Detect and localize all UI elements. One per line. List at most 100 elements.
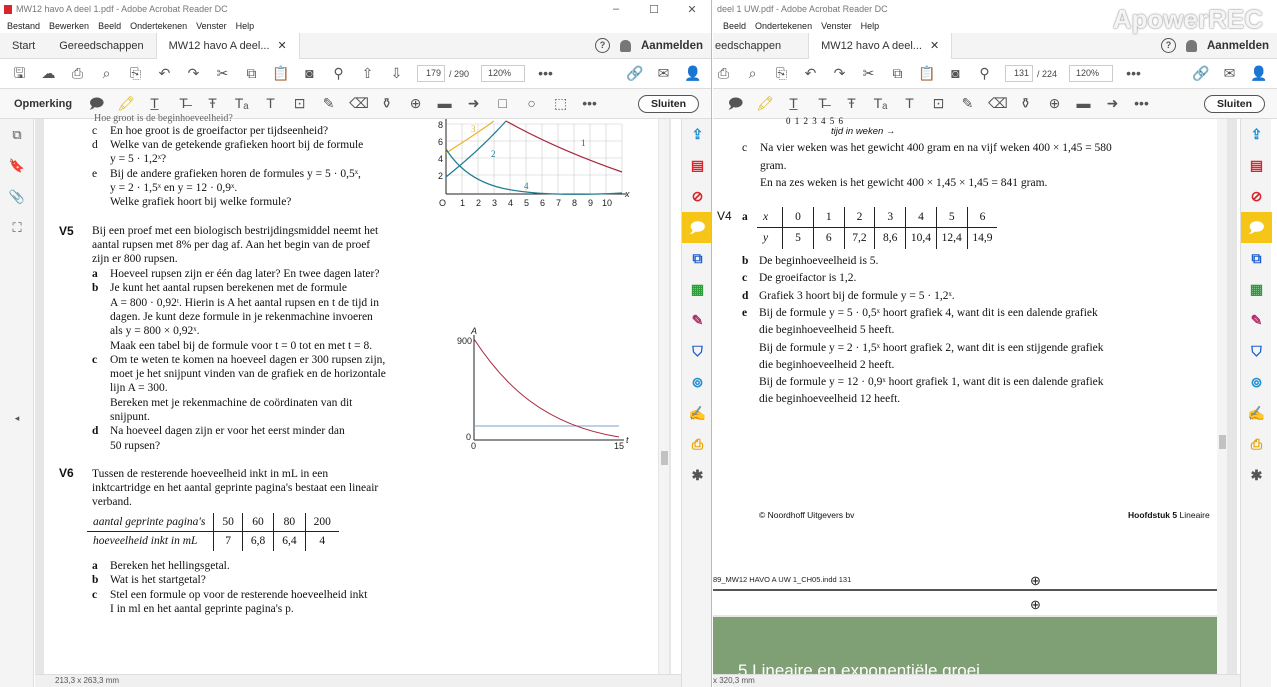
prev-page-icon[interactable]: ⇧	[359, 65, 376, 82]
replace-text-icon[interactable]: Ŧ	[843, 95, 860, 112]
tab-document[interactable]: MW12 havo A deel... ✕	[155, 32, 300, 59]
link-icon[interactable]: 🔗	[1192, 65, 1209, 82]
stamp-icon[interactable]: ⚱	[378, 95, 395, 112]
share-user-icon[interactable]: 👤	[1250, 65, 1267, 82]
rectangle-icon[interactable]: □	[494, 95, 511, 112]
edit-pdf-icon[interactable]: ⊘	[1241, 181, 1272, 212]
undo-icon[interactable]: ↶	[802, 65, 819, 82]
page-number-input[interactable]: 179	[417, 65, 445, 82]
bell-icon[interactable]	[620, 39, 631, 52]
create-pdf-icon[interactable]: ▤	[1241, 150, 1272, 181]
protect-icon[interactable]: ⛉	[682, 336, 711, 367]
organize-icon[interactable]: ▦	[1241, 274, 1272, 305]
tab-document[interactable]: MW12 havo A deel... ✕	[808, 32, 953, 59]
tab-tools[interactable]: Gereedschappen	[47, 33, 155, 59]
send-sign-icon[interactable]: ✍	[1241, 398, 1272, 429]
minimize-icon[interactable]: –	[597, 3, 635, 16]
maximize-icon[interactable]: ☐	[635, 3, 673, 16]
share-icon[interactable]: ⎙	[1241, 429, 1272, 460]
close-tab-icon[interactable]: ✕	[278, 39, 287, 52]
add-text-icon[interactable]: T	[901, 95, 918, 112]
optimize-icon[interactable]: ⊚	[1241, 367, 1272, 398]
add-text-icon[interactable]: T	[262, 95, 279, 112]
menu-venster[interactable]: Venster	[821, 21, 852, 31]
more-tools-icon[interactable]: •••	[1125, 65, 1142, 82]
print-icon[interactable]: ⎙	[69, 65, 86, 82]
organize-icon[interactable]: ▦	[682, 274, 711, 305]
pencil-icon[interactable]: ✎	[320, 95, 337, 112]
fill-sign-icon[interactable]: ✎	[682, 305, 711, 336]
menu-ondertekenen[interactable]: Ondertekenen	[130, 21, 187, 31]
close-comment-button[interactable]: Sluiten	[1203, 94, 1265, 113]
more-tools-wrench-icon[interactable]: ✱	[682, 460, 711, 491]
mail-icon[interactable]: ✉	[1221, 65, 1238, 82]
undo-icon[interactable]: ↶	[156, 65, 173, 82]
insert-text-icon[interactable]: Tₐ	[872, 95, 889, 112]
attachments-icon[interactable]: 📎	[0, 181, 34, 212]
shapes-dropdown-icon[interactable]: ⬚	[552, 95, 569, 112]
upload-cloud-icon[interactable]: ☁	[40, 65, 57, 82]
redo-icon[interactable]: ↷	[831, 65, 848, 82]
menu-beeld[interactable]: Beeld	[723, 21, 746, 31]
menu-bewerken[interactable]: Bewerken	[49, 21, 89, 31]
strikethrough-icon[interactable]: T̶	[814, 95, 831, 112]
text-box-icon[interactable]: ⊡	[930, 95, 947, 112]
link-icon[interactable]: 🔗	[626, 65, 643, 82]
find-icon[interactable]: ⚲	[330, 65, 347, 82]
strikethrough-icon[interactable]: T̶	[175, 95, 192, 112]
line-icon[interactable]: ▬	[436, 95, 453, 112]
mail-icon[interactable]: ✉	[655, 65, 672, 82]
search-icon[interactable]: ⌕	[98, 65, 115, 82]
menu-ondertekenen[interactable]: Ondertekenen	[755, 21, 812, 31]
cut-icon[interactable]: ✂	[214, 65, 231, 82]
redo-icon[interactable]: ↷	[185, 65, 202, 82]
tab-tools[interactable]: eedschappen	[713, 33, 793, 59]
pencil-icon[interactable]: ✎	[959, 95, 976, 112]
left-vertical-scrollbar[interactable]	[659, 119, 669, 674]
cut-icon[interactable]: ✂	[860, 65, 877, 82]
highlight-icon[interactable]: 🖍	[117, 95, 135, 112]
enhance-scan-icon[interactable]: ⎘	[773, 65, 790, 82]
save-icon[interactable]: 🖫	[11, 65, 28, 82]
bookmark-icon[interactable]: 🔖	[0, 150, 34, 181]
edit-pdf-icon[interactable]: ⊘	[682, 181, 711, 212]
close-window-icon[interactable]: ✕	[673, 3, 711, 16]
eraser-icon[interactable]: ⌫	[349, 95, 369, 112]
sign-in-link[interactable]: Aanmelden	[1207, 40, 1269, 52]
copy-icon[interactable]: ⧉	[243, 65, 260, 82]
zoom-select[interactable]: 120%	[1069, 65, 1114, 82]
page-thumbnails-icon[interactable]: ⧉	[0, 119, 34, 150]
paste-icon[interactable]: 📋	[272, 65, 289, 82]
create-pdf-icon[interactable]: ▤	[682, 150, 711, 181]
comment-tool-icon[interactable]: 🗩	[1241, 212, 1272, 243]
sticky-note-icon[interactable]: 🗩	[727, 95, 744, 112]
oval-icon[interactable]: ○	[523, 95, 540, 112]
menu-help[interactable]: Help	[236, 21, 255, 31]
menu-beeld[interactable]: Beeld	[98, 21, 121, 31]
accessibility-icon[interactable]: ⛶	[0, 212, 34, 243]
print-icon[interactable]: ⎙	[715, 65, 732, 82]
share-user-icon[interactable]: 👤	[684, 65, 701, 82]
more-tools-wrench-icon[interactable]: ✱	[1241, 460, 1272, 491]
page-number-input[interactable]: 131	[1005, 65, 1033, 82]
underline-text-icon[interactable]: T̲	[146, 95, 163, 112]
arrow-icon[interactable]: ➜	[1104, 95, 1121, 112]
menu-bestand[interactable]: Bestand	[7, 21, 40, 31]
right-vertical-scrollbar[interactable]	[1217, 119, 1227, 674]
protect-icon[interactable]: ⛉	[1241, 336, 1272, 367]
insert-text-icon[interactable]: Tₐ	[233, 95, 250, 112]
line-icon[interactable]: ▬	[1075, 95, 1092, 112]
attach-icon[interactable]: ⊕	[407, 95, 424, 112]
sticky-note-icon[interactable]: 🗩	[88, 95, 105, 112]
more-comment-icon[interactable]: •••	[581, 95, 598, 112]
bell-icon[interactable]	[1186, 39, 1197, 52]
replace-text-icon[interactable]: Ŧ	[204, 95, 221, 112]
snapshot-icon[interactable]: ◙	[301, 65, 318, 82]
attach-icon[interactable]: ⊕	[1046, 95, 1063, 112]
close-comment-button[interactable]: Sluiten	[637, 94, 699, 113]
optimize-icon[interactable]: ⊚	[682, 367, 711, 398]
next-page-icon[interactable]: ⇩	[388, 65, 405, 82]
send-sign-icon[interactable]: ✍	[682, 398, 711, 429]
paste-icon[interactable]: 📋	[918, 65, 935, 82]
more-comment-icon[interactable]: •••	[1133, 95, 1150, 112]
